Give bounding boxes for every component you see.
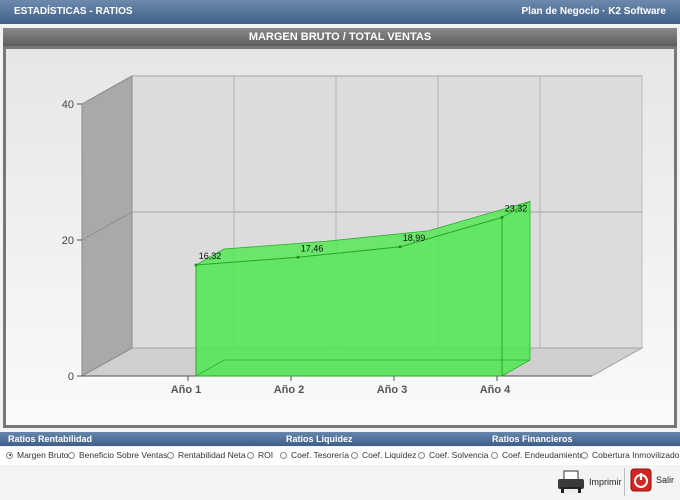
radio-label: Margen Bruto: [17, 450, 69, 460]
x-tick-label: Año 2: [274, 384, 305, 396]
data-point: [194, 263, 198, 267]
data-point: [500, 215, 504, 219]
radio-label: Coef. Solvencia: [429, 450, 489, 460]
x-tick-label: Año 4: [480, 384, 511, 396]
ratio-radio-row: Margen Bruto Beneficio Sobre Ventas Rentab…: [0, 447, 680, 465]
radio-circle[interactable]: [351, 451, 358, 459]
y-tick-label: 40: [62, 99, 74, 111]
exit-button[interactable]: Salir: [630, 468, 674, 492]
radio-option[interactable]: Coef. Tesorería: [280, 450, 349, 460]
radio-circle[interactable]: [247, 451, 254, 459]
area-side-face: [501, 200, 531, 377]
data-label: 16,32: [199, 251, 222, 261]
radio-option[interactable]: Coef. Liquidez: [351, 450, 416, 460]
y-tick-label: 20: [62, 235, 74, 247]
radio-circle[interactable]: [68, 451, 75, 459]
radio-label: Cobertura Inmovilizado: [592, 450, 680, 460]
radio-option[interactable]: Coef. Endeudamiento: [491, 450, 584, 460]
app-name: Plan de Negocio · K2 Software: [521, 6, 666, 17]
radio-label: Rentabilidad Neta: [178, 450, 246, 460]
radio-option[interactable]: Cobertura Inmovilizado: [581, 450, 679, 460]
radio-label: Coef. Tesorería: [291, 450, 349, 460]
radio-label: Coef. Liquidez: [362, 450, 417, 460]
chart-frame: MARGEN BRUTO / TOTAL VENTAS 0 20 40 16,32 17…: [3, 28, 677, 428]
radio-label: Beneficio Sobre Ventas: [79, 450, 168, 460]
ratios-group-bar: Ratios Rentabilidad Ratios Liquidez Rati…: [0, 432, 680, 446]
radio-option[interactable]: ROI: [247, 450, 273, 460]
radio-label: Coef. Endeudamiento: [502, 450, 585, 460]
data-point: [398, 245, 402, 249]
radio-circle[interactable]: [491, 451, 498, 459]
group-rentabilidad: Ratios Rentabilidad: [8, 434, 93, 444]
chart-svg: 0 20 40 16,32 17,46 18,99 23,32 Año 1 Año 2 Año 3…: [62, 75, 644, 396]
radio-option[interactable]: Beneficio Sobre Ventas: [68, 450, 167, 460]
y-tick-label: 0: [68, 371, 74, 383]
exit-label: Salir: [656, 475, 675, 485]
print-label: Imprimir: [589, 477, 622, 487]
radio-circle[interactable]: [581, 451, 588, 459]
printer-icon: [558, 470, 584, 494]
group-financieros: Ratios Financieros: [492, 434, 573, 444]
radio-option[interactable]: Margen Bruto: [6, 450, 69, 460]
chart-title: MARGEN BRUTO / TOTAL VENTAS: [3, 28, 677, 46]
x-tick-label: Año 3: [377, 384, 408, 396]
radio-option[interactable]: Coef. Solvencia: [418, 450, 489, 460]
radio-circle[interactable]: [418, 451, 425, 459]
radio-circle[interactable]: [280, 451, 287, 459]
radio-circle[interactable]: [6, 451, 13, 459]
radio-circle[interactable]: [167, 451, 174, 459]
data-label: 17,46: [301, 243, 324, 253]
title-bar: ESTADÍSTICAS - RATIOS Plan de Negocio · …: [0, 0, 680, 24]
chart-panel: 0 20 40 16,32 17,46 18,99 23,32 Año 1 Año 2 Año 3…: [6, 49, 674, 425]
data-label: 23,32: [505, 203, 528, 213]
data-label: 18,99: [403, 233, 426, 243]
radio-label: ROI: [258, 450, 274, 460]
radio-option[interactable]: Rentabilidad Neta: [167, 450, 246, 460]
window-title: ESTADÍSTICAS - RATIOS: [14, 6, 133, 17]
x-tick-label: Año 1: [171, 384, 202, 396]
print-button[interactable]: Imprimir: [556, 468, 622, 496]
data-point: [296, 255, 300, 259]
power-icon: [630, 468, 652, 492]
button-separator: [624, 468, 625, 496]
group-liquidez: Ratios Liquidez: [286, 434, 353, 444]
